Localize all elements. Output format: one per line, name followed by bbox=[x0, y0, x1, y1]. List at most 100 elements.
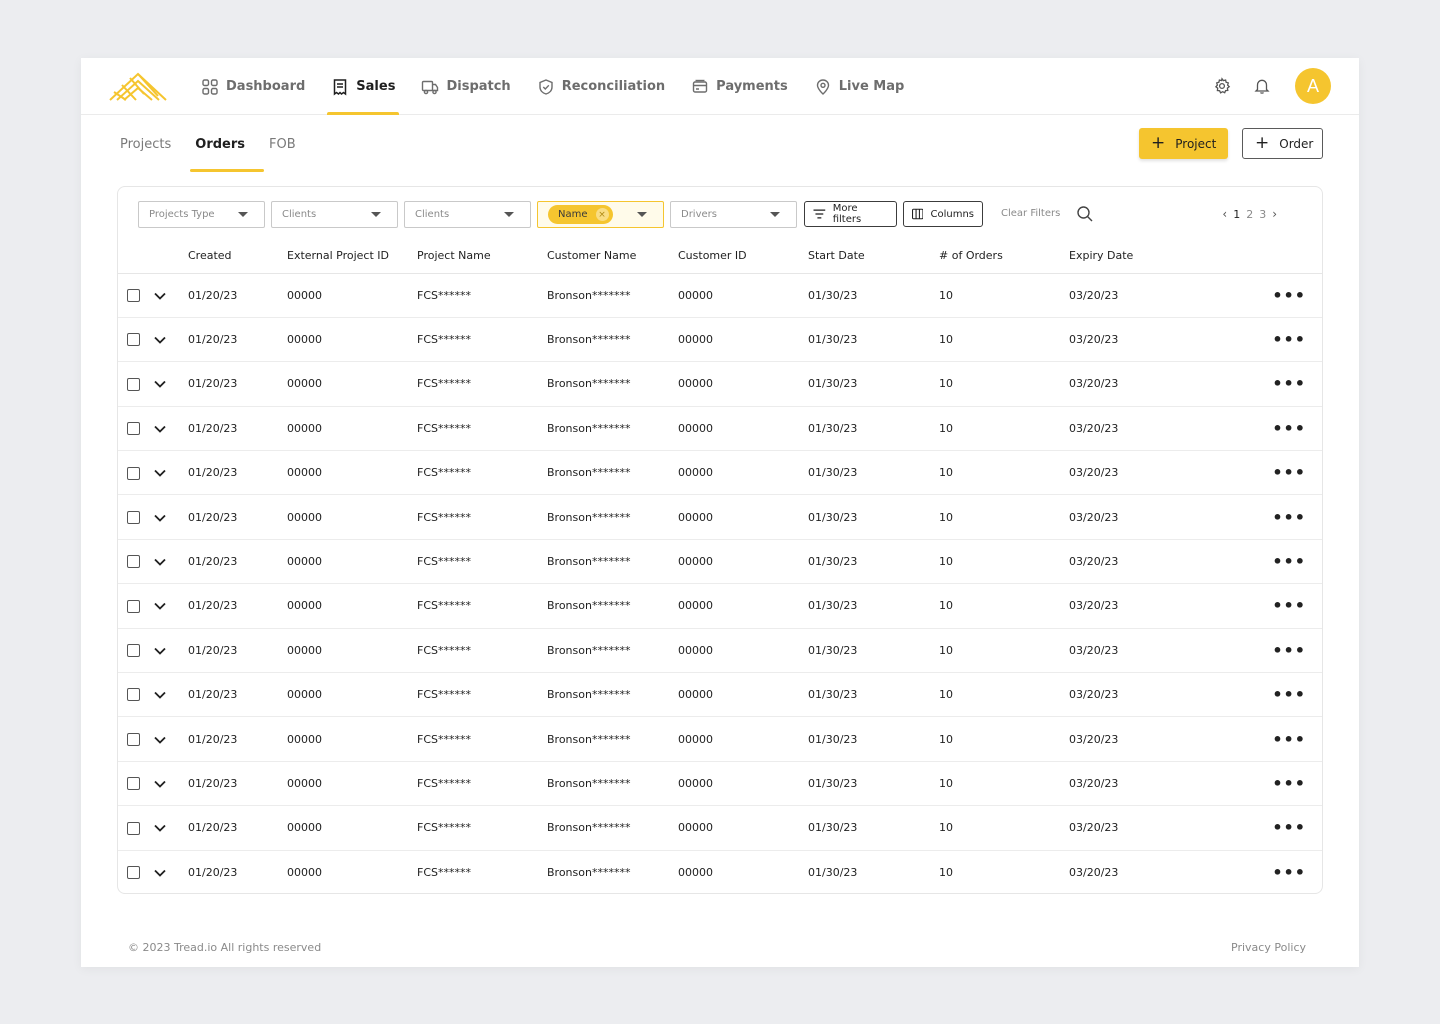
nav-item-dispatch[interactable]: Dispatch bbox=[409, 58, 522, 115]
tab-projects[interactable]: Projects bbox=[108, 116, 183, 172]
table-row[interactable]: 01/20/23 00000 FCS****** Bronson******* 0000… bbox=[118, 672, 1322, 718]
col-orders-count[interactable]: # of Orders bbox=[939, 239, 1069, 274]
tab-fob[interactable]: FOB bbox=[257, 116, 308, 172]
projects-type-select[interactable]: Projects Type bbox=[138, 201, 265, 228]
row-checkbox[interactable] bbox=[127, 555, 140, 569]
table-row[interactable]: 01/20/23 00000 FCS****** Bronson******* 0000… bbox=[118, 273, 1322, 318]
nav-item-dashboard[interactable]: Dashboard bbox=[189, 58, 317, 115]
drivers-select[interactable]: Drivers bbox=[670, 201, 797, 228]
cell-orders-count: 10 bbox=[939, 672, 1069, 718]
cell-expiry-date: 03/20/23 bbox=[1069, 716, 1199, 762]
table-row[interactable]: 01/20/23 00000 FCS****** Bronson******* 0000… bbox=[118, 716, 1322, 762]
chevron-down-icon[interactable] bbox=[154, 469, 166, 478]
row-menu-button[interactable]: ••• bbox=[1199, 450, 1322, 496]
row-checkbox[interactable] bbox=[127, 688, 140, 702]
row-checkbox[interactable] bbox=[127, 510, 140, 524]
chevron-left-icon[interactable]: ‹ bbox=[1222, 207, 1227, 221]
tread-logo-icon[interactable] bbox=[108, 70, 168, 102]
row-menu-button[interactable]: ••• bbox=[1199, 273, 1322, 318]
row-menu-button[interactable]: ••• bbox=[1199, 317, 1322, 363]
row-checkbox[interactable] bbox=[127, 466, 140, 480]
row-checkbox[interactable] bbox=[127, 821, 140, 835]
tab-orders[interactable]: Orders bbox=[183, 116, 264, 172]
row-checkbox[interactable] bbox=[127, 599, 140, 613]
row-checkbox[interactable] bbox=[127, 333, 140, 347]
clear-filters-link[interactable]: Clear Filters bbox=[1001, 208, 1060, 219]
page-2[interactable]: 2 bbox=[1246, 208, 1253, 221]
row-menu-button[interactable]: ••• bbox=[1199, 628, 1322, 674]
nav-item-payments[interactable]: Payments bbox=[679, 58, 800, 115]
table-row[interactable]: 01/20/23 00000 FCS****** Bronson******* 0000… bbox=[118, 406, 1322, 452]
table-row[interactable]: 01/20/23 00000 FCS****** Bronson******* 0000… bbox=[118, 850, 1322, 893]
col-external-project-id[interactable]: External Project ID bbox=[287, 239, 417, 274]
row-checkbox[interactable] bbox=[127, 866, 140, 880]
clients-select-2[interactable]: Clients bbox=[404, 201, 531, 228]
row-menu-button[interactable]: ••• bbox=[1199, 494, 1322, 540]
settings-button[interactable] bbox=[1211, 75, 1233, 97]
table-row[interactable]: 01/20/23 00000 FCS****** Bronson******* 0000… bbox=[118, 583, 1322, 629]
row-menu-button[interactable]: ••• bbox=[1199, 406, 1322, 452]
add-project-button[interactable]: + Project bbox=[1139, 128, 1228, 159]
col-expiry-date[interactable]: Expiry Date bbox=[1069, 239, 1199, 274]
chevron-down-icon[interactable] bbox=[154, 336, 166, 344]
chevron-down-icon[interactable] bbox=[154, 292, 166, 300]
chevron-down-icon[interactable] bbox=[154, 380, 166, 389]
table-row[interactable]: 01/20/23 00000 FCS****** Bronson******* 0000… bbox=[118, 539, 1322, 585]
table-row[interactable]: 01/20/23 00000 FCS****** Bronson******* 0000… bbox=[118, 317, 1322, 363]
chevron-down-icon[interactable] bbox=[154, 824, 166, 833]
page-1[interactable]: 1 bbox=[1233, 208, 1240, 221]
chevron-down-icon[interactable] bbox=[154, 558, 166, 566]
table-row[interactable]: 01/20/23 00000 FCS****** Bronson******* 0000… bbox=[118, 805, 1322, 851]
notifications-button[interactable] bbox=[1251, 75, 1273, 97]
row-checkbox[interactable] bbox=[127, 644, 140, 658]
row-menu-button[interactable]: ••• bbox=[1199, 761, 1322, 807]
chevron-down-icon[interactable] bbox=[154, 869, 166, 877]
chevron-down-icon[interactable] bbox=[154, 602, 166, 611]
chevron-right-icon[interactable]: › bbox=[1272, 207, 1277, 221]
nav-item-live-map[interactable]: Live Map bbox=[802, 58, 917, 115]
name-filter-chip[interactable]: Name × bbox=[548, 205, 613, 224]
add-order-button[interactable]: + Order bbox=[1242, 128, 1323, 159]
user-avatar[interactable]: A bbox=[1295, 68, 1331, 104]
table-row[interactable]: 01/20/23 00000 FCS****** Bronson******* 0000… bbox=[118, 628, 1322, 674]
nav-item-reconciliation[interactable]: Reconciliation bbox=[525, 58, 677, 115]
row-checkbox[interactable] bbox=[127, 732, 140, 746]
row-menu-button[interactable]: ••• bbox=[1199, 539, 1322, 585]
row-checkbox[interactable] bbox=[127, 422, 140, 436]
row-menu-button[interactable]: ••• bbox=[1199, 672, 1322, 718]
row-menu-button[interactable]: ••• bbox=[1199, 716, 1322, 762]
row-menu-button[interactable]: ••• bbox=[1199, 805, 1322, 851]
chevron-down-icon[interactable] bbox=[154, 647, 166, 655]
chip-close-icon[interactable]: × bbox=[595, 208, 609, 221]
more-filters-button[interactable]: More filters bbox=[804, 201, 897, 227]
row-menu-button[interactable]: ••• bbox=[1199, 361, 1322, 407]
search-button[interactable] bbox=[1076, 205, 1094, 227]
col-start-date[interactable]: Start Date bbox=[808, 239, 939, 274]
col-customer-name[interactable]: Customer Name bbox=[547, 239, 678, 274]
row-checkbox[interactable] bbox=[127, 777, 140, 791]
row-menu-button[interactable]: ••• bbox=[1199, 850, 1322, 893]
chevron-down-icon[interactable] bbox=[154, 780, 166, 788]
row-checkbox[interactable] bbox=[127, 377, 140, 391]
clients-select-1[interactable]: Clients bbox=[271, 201, 398, 228]
name-select[interactable]: Name × bbox=[537, 201, 664, 228]
table-row[interactable]: 01/20/23 00000 FCS****** Bronson******* 0000… bbox=[118, 761, 1322, 807]
col-project-name[interactable]: Project Name bbox=[417, 239, 547, 274]
chevron-down-icon[interactable] bbox=[154, 425, 166, 433]
nav-item-sales[interactable]: Sales bbox=[319, 58, 407, 115]
row-checkbox[interactable] bbox=[127, 288, 140, 302]
columns-button[interactable]: Columns bbox=[903, 201, 983, 227]
chevron-down-icon[interactable] bbox=[154, 514, 166, 522]
privacy-policy-link[interactable]: Privacy Policy bbox=[1231, 941, 1306, 954]
page-3[interactable]: 3 bbox=[1259, 208, 1266, 221]
cell-customer-id: 00000 bbox=[678, 866, 713, 880]
chevron-down-icon[interactable] bbox=[154, 736, 166, 744]
chevron-down-icon[interactable] bbox=[154, 691, 166, 699]
row-menu-button[interactable]: ••• bbox=[1199, 583, 1322, 629]
table-row[interactable]: 01/20/23 00000 FCS****** Bronson******* 0000… bbox=[118, 361, 1322, 407]
nav-item-label: Live Map bbox=[838, 79, 905, 94]
col-created[interactable]: Created bbox=[188, 239, 287, 274]
table-row[interactable]: 01/20/23 00000 FCS****** Bronson******* 0000… bbox=[118, 450, 1322, 496]
table-row[interactable]: 01/20/23 00000 FCS****** Bronson******* 0000… bbox=[118, 494, 1322, 540]
col-customer-id[interactable]: Customer ID bbox=[678, 239, 808, 274]
